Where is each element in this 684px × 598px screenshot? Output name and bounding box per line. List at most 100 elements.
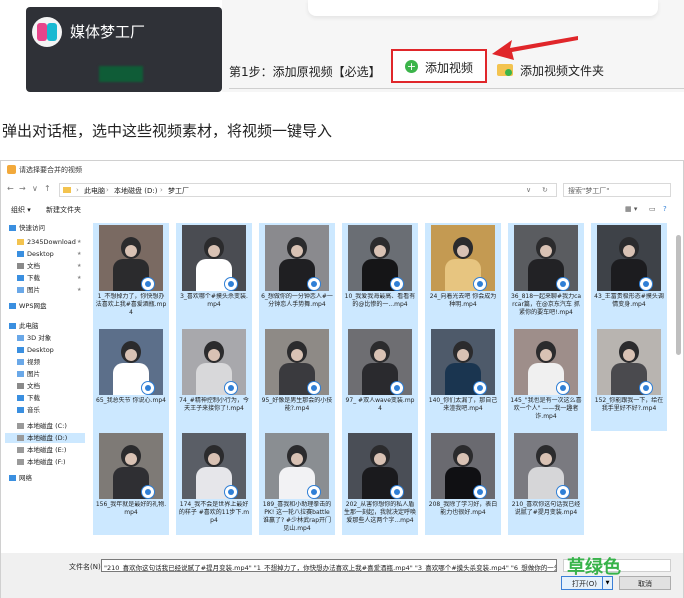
file-item[interactable]: 97_ #双人wave变装.mp4 xyxy=(342,327,418,431)
search-input[interactable]: 搜索"梦工厂" xyxy=(563,183,671,197)
file-item[interactable]: 74_#精神控制小行为，今天王子来接你了!.mp4 xyxy=(176,327,252,431)
sidebar-item[interactable]: 快速访问 xyxy=(9,223,45,233)
add-video-button[interactable]: + 添加视频 xyxy=(391,49,487,83)
sidebar-item[interactable]: 下载 xyxy=(17,273,40,283)
file-item[interactable]: 210_喜欢你这句话我已经说腻了#提月变装.mp4 xyxy=(508,431,584,535)
sidebar-item[interactable]: 音乐 xyxy=(17,405,40,415)
help-icon[interactable]: ? xyxy=(663,205,667,213)
dialog-titlebar: 请选择要合并的视频 xyxy=(1,161,683,179)
file-item[interactable]: 10_我爱我海最高、看看有的@比惨的一...mp4 xyxy=(342,223,418,327)
sidebar-item-label: 3D 对象 xyxy=(27,334,52,342)
file-item[interactable]: 65_我总失节 你说心.mp4 xyxy=(93,327,169,431)
sidebar-item-label: 图片 xyxy=(27,370,40,378)
forward-arrow-icon[interactable]: → xyxy=(19,184,26,193)
file-item[interactable]: 36_818一起来聊#我力carcar篇，在@京东汽车 抓紧你的要车吧!.mp4 xyxy=(508,223,584,327)
blurred-region xyxy=(99,66,143,82)
drive-icon xyxy=(17,423,24,429)
file-name: 1_不想掉力了，你快想办法喜欢上我#喜爱酒瓶.mp4 xyxy=(95,293,167,316)
file-name: 140_你们太漏了，那自己来渣我吧.mp4 xyxy=(428,397,498,412)
file-item[interactable]: 95_好像是男生那会的小技能?.mp4 xyxy=(259,327,335,431)
sidebar-item[interactable]: 本地磁盘 (E:) xyxy=(17,445,66,455)
file-item[interactable]: 189_喜我和小助理拳击的PK! 这一轮八拉赛battle 谁赢了? #少林武r… xyxy=(259,431,335,535)
sidebar-item[interactable]: 文档 xyxy=(17,261,40,271)
sidebar-item[interactable]: 本地磁盘 (D:) xyxy=(5,433,85,443)
cancel-button[interactable]: 取消 xyxy=(619,576,671,590)
file-name: 97_ #双人wave变装.mp4 xyxy=(345,397,415,412)
video-file-icon xyxy=(473,277,487,291)
music-icon xyxy=(17,407,24,413)
file-item[interactable]: 174_我不会是世界上最好的样子 #喜欢的11步下.mp4 xyxy=(176,431,252,535)
address-dropdown-icon[interactable]: ∨ xyxy=(526,186,531,194)
file-item[interactable]: 43_王富贵极形态#摸头调情变身.mp4 xyxy=(591,223,667,327)
address-bar[interactable]: › 此电脑 › 本地磁盘 (D:) › 梦工厂 ∨ ↻ xyxy=(59,183,557,197)
up-arrow-icon[interactable]: ↑ xyxy=(44,184,51,193)
video-file-icon xyxy=(556,277,570,291)
sidebar-item[interactable]: 图片 xyxy=(17,369,40,379)
sidebar-item[interactable]: Desktop xyxy=(17,345,54,355)
filename-input[interactable]: "210_喜欢你这句话我已经说腻了#提月变装.mp4" "1_不想掉力了，你快想… xyxy=(101,559,557,572)
app-title: 媒体梦工厂 xyxy=(70,23,146,41)
sidebar-item[interactable]: 图片 xyxy=(17,285,40,295)
file-name: 189_喜我和小助理拳击的PK! 这一轮八拉赛battle 谁赢了? #少林武r… xyxy=(262,501,332,532)
step-label: 第1步：添加原视频【必选】 xyxy=(229,65,381,79)
file-name: 145_"我也是有一次这么喜欢一个人" ——我一趣者诈.mp4 xyxy=(510,397,582,420)
sidebar-item[interactable]: 文档 xyxy=(17,381,40,391)
open-dropdown-icon[interactable]: ▼ xyxy=(602,577,612,589)
file-item[interactable]: 145_"我也是有一次这么喜欢一个人" ——我一趣者诈.mp4 xyxy=(508,327,584,431)
picture-icon xyxy=(17,287,24,293)
sidebar-item-label: 下载 xyxy=(27,394,40,402)
video-file-icon xyxy=(224,381,238,395)
history-chevron-icon[interactable]: ∨ xyxy=(32,184,38,193)
dialog-toolbar: 组织 ▾ 新建文件夹 ▦ ▾ ▭ ? xyxy=(1,203,683,217)
file-item[interactable]: 1_不想掉力了，你快想办法喜欢上我#喜爱酒瓶.mp4 xyxy=(93,223,169,327)
sidebar-item[interactable]: WPS网盘 xyxy=(9,301,46,311)
sidebar-item-label: 文档 xyxy=(27,382,40,390)
drive-icon xyxy=(17,459,24,465)
file-name: 202_从害你想你的私人盾生那一刻起，我就决定呼唤爱那些人这两个字...mp4 xyxy=(344,501,416,524)
document-icon xyxy=(17,263,24,269)
file-item[interactable]: 152_你能跟我一下，给在我手里好不好?.mp4 xyxy=(591,327,667,431)
file-name: 10_我爱我海最高、看看有的@比惨的一...mp4 xyxy=(344,293,416,308)
video-icon xyxy=(17,359,24,365)
vertical-scrollbar[interactable] xyxy=(675,223,683,553)
file-item[interactable]: 140_你们太漏了，那自己来渣我吧.mp4 xyxy=(425,327,501,431)
cube-icon xyxy=(17,335,24,341)
file-item[interactable]: 6_想做你的一分钟恋人#一分钟恋人手势舞.mp4 xyxy=(259,223,335,327)
sidebar-item[interactable]: 本地磁盘 (C:) xyxy=(17,421,67,431)
refresh-icon[interactable]: ↻ xyxy=(542,186,548,194)
add-folder-label: 添加视频文件夹 xyxy=(520,64,605,78)
video-file-icon xyxy=(307,381,321,395)
breadcrumb-this-pc[interactable]: 此电脑 xyxy=(84,186,105,196)
file-grid: 1_不想掉力了，你快想办法喜欢上我#喜爱酒瓶.mp4 3_喜欢哪个#摸头杀变装.m… xyxy=(91,223,673,553)
back-arrow-icon[interactable]: ← xyxy=(7,184,14,193)
cloud-icon xyxy=(9,303,16,309)
open-button-label: 打开(O) xyxy=(572,580,597,588)
video-file-icon xyxy=(556,381,570,395)
instruction-text: 弹出对话框，选中这些视频素材，将视频一键导入 xyxy=(2,122,333,140)
file-item[interactable]: 24_向着光去吧 你会成为种明.mp4 xyxy=(425,223,501,327)
file-name: 74_#精神控制小行为，今天王子来接你了!.mp4 xyxy=(179,397,249,412)
file-item[interactable]: 202_从害你想你的私人盾生那一刻起，我就决定呼唤爱那些人这两个字...mp4 xyxy=(342,431,418,535)
sidebar-item[interactable]: 下载 xyxy=(17,393,40,403)
sidebar-item[interactable]: 3D 对象 xyxy=(17,333,51,343)
sidebar-item-label: 本地磁盘 (D:) xyxy=(27,434,68,442)
sidebar-item[interactable]: Desktop xyxy=(17,249,54,259)
view-options-icon[interactable]: ▦ ▾ xyxy=(625,205,637,213)
organize-button[interactable]: 组织 ▾ xyxy=(11,205,31,215)
sidebar-item[interactable]: 本地磁盘 (F:) xyxy=(17,457,66,467)
breadcrumb-drive-d[interactable]: 本地磁盘 (D:) xyxy=(114,186,157,196)
file-item[interactable]: 3_喜欢哪个#摸头杀变装.mp4 xyxy=(176,223,252,327)
new-folder-button[interactable]: 新建文件夹 xyxy=(46,205,81,215)
file-item[interactable]: 208_我除了学习好，表白能力也很好.mp4 xyxy=(425,431,501,535)
pin-icon: ★ xyxy=(77,251,82,257)
preview-pane-icon[interactable]: ▭ xyxy=(649,205,656,213)
sidebar-item[interactable]: 视频 xyxy=(17,357,40,367)
file-item[interactable]: 156_我年就是最好的礼物.mp4 xyxy=(93,431,169,535)
breadcrumb-folder[interactable]: 梦工厂 xyxy=(168,186,189,196)
open-button[interactable]: 打开(O) ▼ xyxy=(561,576,613,590)
folder-icon xyxy=(17,239,24,245)
sidebar-item-label: 2345Download xyxy=(27,238,76,246)
sidebar-item[interactable]: 网络 xyxy=(9,473,32,483)
sidebar-item[interactable]: 2345Download xyxy=(17,237,76,247)
sidebar-item[interactable]: 此电脑 xyxy=(9,321,39,331)
